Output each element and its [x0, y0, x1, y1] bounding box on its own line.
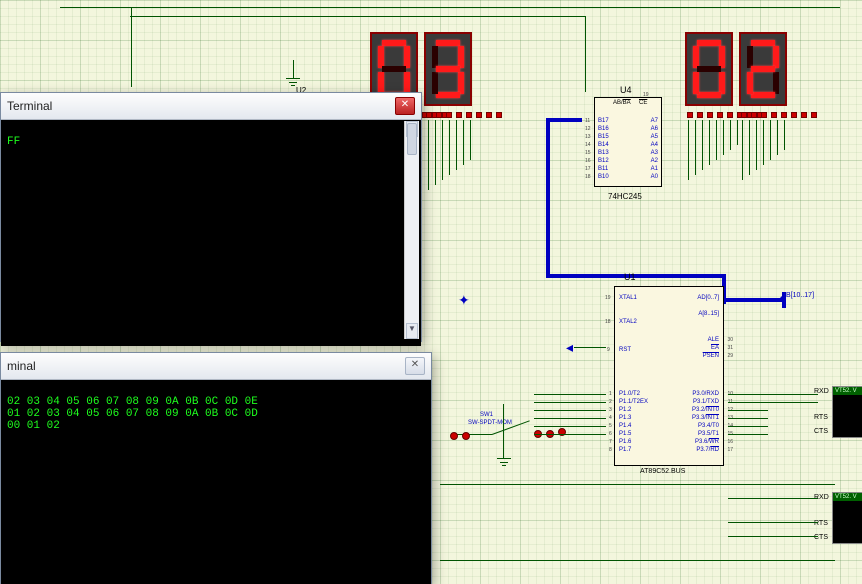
terminal-body[interactable]: FF	[1, 120, 421, 346]
bus-wire	[722, 298, 786, 302]
bus-wire	[546, 118, 550, 278]
terminal-window-2[interactable]: minal ✕ 02 03 04 05 06 07 08 09 0A 0B 0C…	[0, 352, 432, 584]
component-ref-u4: U4	[620, 85, 632, 95]
probe-pad[interactable]	[462, 432, 470, 440]
uart-header: VT52. V	[833, 387, 862, 395]
scroll-thumb[interactable]	[407, 123, 417, 155]
bus-label: B[10..17]	[786, 292, 814, 299]
terminal-title: Terminal	[7, 99, 52, 113]
arrow-icon: ◂	[566, 341, 578, 353]
chip-u1[interactable]: XTAL1 XTAL2 19 18 RST 9 P1.0/T2 P1.1/T2E…	[614, 286, 724, 466]
terminal-line: FF	[7, 136, 20, 148]
terminal-line: 02 03 04 05 06 07 08 09 0A 0B 0C 0D 0E	[7, 396, 258, 408]
seven-seg-d4	[739, 32, 787, 106]
pinrow-d2	[424, 110, 504, 120]
uart-header: VT52. V	[833, 493, 862, 501]
switch-part: SW-SPDT-MOM	[468, 420, 512, 426]
chip-part-u1: AT89C52.BUS	[640, 468, 685, 475]
ground-icon	[497, 458, 511, 469]
chip-part-u4: 74HC245	[608, 192, 642, 201]
ground-icon	[286, 78, 300, 89]
seven-seg-d2	[424, 32, 472, 106]
uart-rxd-label: RXD	[814, 388, 829, 395]
bus-wire	[546, 274, 726, 278]
close-icon: ✕	[401, 99, 409, 110]
terminal-line: 00 01 02	[7, 420, 60, 432]
bus-wire	[546, 118, 582, 122]
probe-pad[interactable]	[450, 432, 458, 440]
cursor-cross-icon: ✦	[458, 294, 470, 306]
seven-seg-d3	[685, 32, 733, 106]
chip-u4[interactable]: AB/BA CE 19 B17 B16 B15 B14 B13 B12 B11 …	[594, 97, 662, 187]
terminal-window-1[interactable]: Terminal ✕ FF ▲ ▼	[0, 92, 422, 342]
component-ref-sw1: SW1	[480, 412, 493, 418]
terminal-title: minal	[7, 359, 36, 373]
pinrow-d4	[739, 110, 819, 120]
uart-rts-label: RTS	[814, 414, 828, 421]
terminal-body[interactable]: 02 03 04 05 06 07 08 09 0A 0B 0C 0D 0E 0…	[1, 380, 431, 584]
virtual-terminal-2[interactable]: VT52. V	[832, 492, 862, 544]
close-button[interactable]: ✕	[395, 97, 415, 115]
scroll-down-button[interactable]: ▼	[406, 323, 418, 339]
virtual-terminal-1[interactable]: VT52. V	[832, 386, 862, 438]
close-icon: ✕	[411, 359, 419, 370]
terminal-line: 01 02 03 04 05 06 07 08 09 0A 0B 0C 0D	[7, 408, 258, 420]
close-button[interactable]: ✕	[405, 357, 425, 375]
uart-cts-label: CTS	[814, 428, 828, 435]
scrollbar[interactable]: ▲ ▼	[404, 121, 419, 339]
component-ref-u1: U1	[624, 272, 636, 282]
